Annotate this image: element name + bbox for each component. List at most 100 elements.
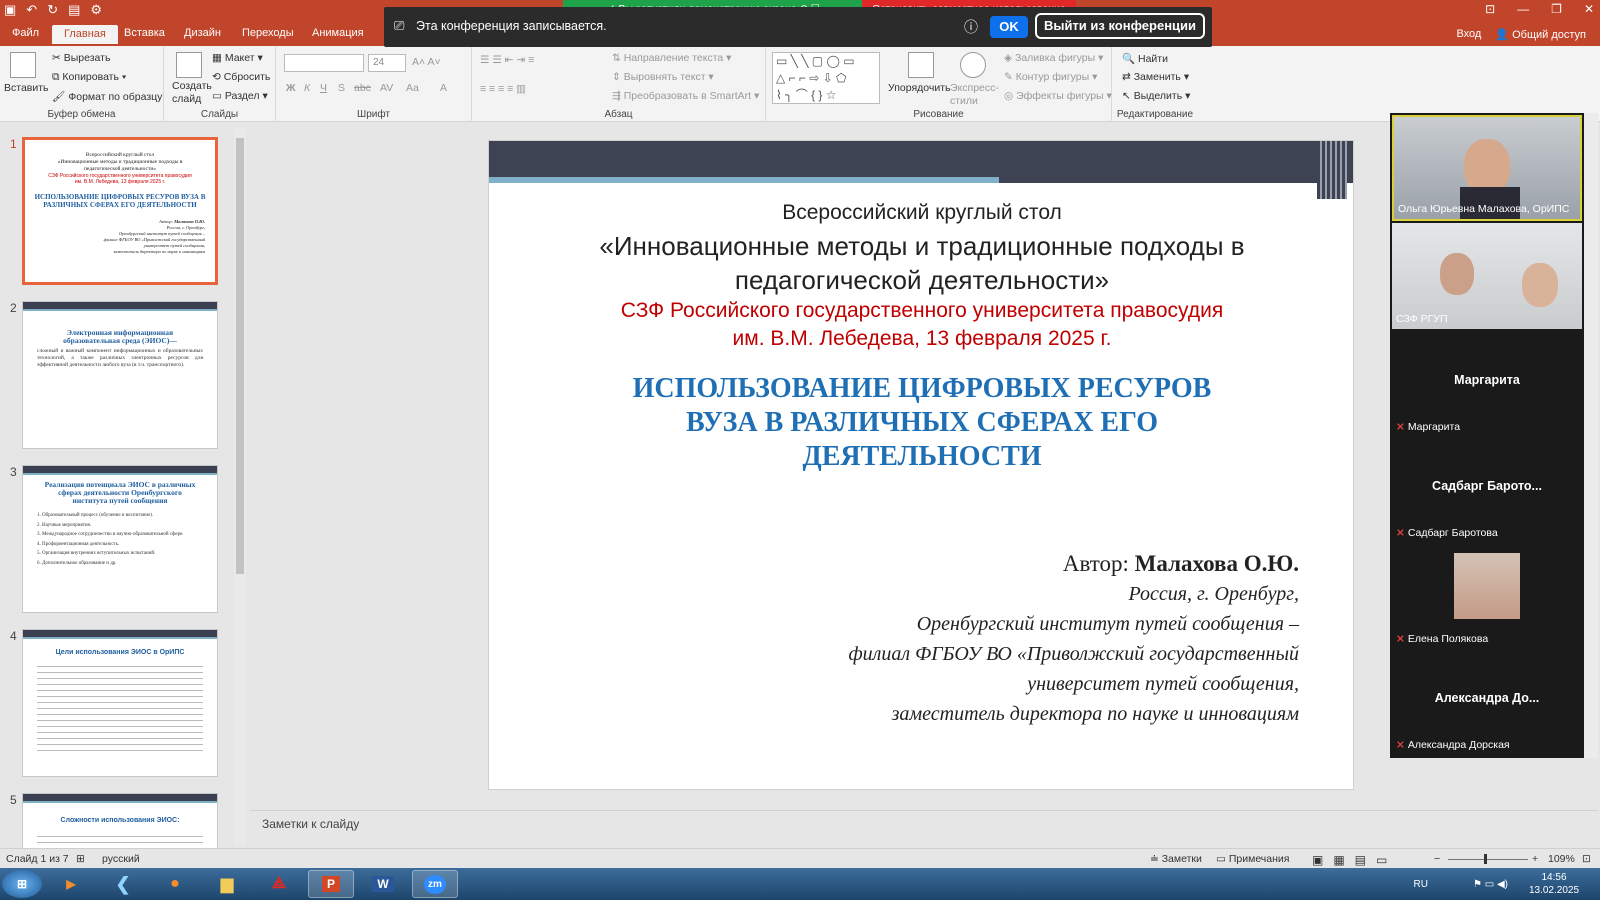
underline-button[interactable]: Ч [320, 82, 327, 94]
language-indicator[interactable]: русский [102, 853, 140, 865]
zoom-level[interactable]: 109% [1548, 853, 1575, 865]
leave-meeting-button[interactable]: Выйти из конференции [1035, 13, 1205, 39]
main-slide[interactable]: Всероссийский круглый стол «Инновационны… [488, 140, 1354, 790]
font-size-input[interactable]: 24 [368, 54, 406, 72]
text-direction-button[interactable]: ⇅ Направление текста ▾ [612, 52, 731, 64]
strike-button[interactable]: abc [354, 82, 371, 94]
paste-icon[interactable] [10, 52, 36, 78]
redo-icon[interactable]: ↻ [47, 2, 58, 18]
shape-effects-button[interactable]: ◎ Эффекты фигуры ▾ [1004, 90, 1112, 102]
clock[interactable]: 14:56 13.02.2025 [1522, 871, 1586, 897]
quick-styles-button[interactable]: Экспресс-стили [950, 82, 1000, 108]
participant-tile[interactable]: Маргарита ⨯ Маргарита [1392, 331, 1582, 437]
new-slide-button[interactable]: Создать слайд [172, 80, 212, 106]
grow-font-icon[interactable]: A˄ A˅ [412, 56, 441, 68]
participant-tile[interactable]: Александра До... ⨯ Александра Дорская [1392, 649, 1582, 755]
align-icons[interactable]: ≡ ≡ ≡ ≡ ▥ [480, 83, 526, 95]
case-button[interactable]: Aa [406, 82, 419, 94]
thumbnail-slide-5[interactable]: Сложности использования ЭИОС: [22, 793, 218, 850]
participants-scrollbar[interactable] [1584, 113, 1598, 758]
arrange-icon[interactable] [908, 52, 934, 78]
font-color-icon[interactable]: A [440, 82, 447, 94]
align-text-button[interactable]: ⇕ Выровнять текст ▾ [612, 71, 714, 83]
cut-button[interactable]: ✂ Вырезать [52, 52, 110, 64]
spacing-button[interactable]: AV [380, 82, 393, 94]
participant-tile[interactable]: СЗФ РГУП [1392, 223, 1582, 329]
minimize-icon[interactable]: — [1517, 2, 1529, 16]
ok-button[interactable]: OK [990, 16, 1028, 38]
save-icon[interactable]: ▣ [4, 2, 16, 18]
font-family-input[interactable] [284, 54, 364, 72]
shape-outline-button[interactable]: ✎ Контур фигуры ▾ [1004, 71, 1097, 83]
notes-pane[interactable]: Заметки к слайду [250, 810, 1598, 848]
thumbnail-slide-1[interactable]: Всероссийский круглый стол «Инновационные… [22, 137, 218, 285]
thumbnail-slide-2[interactable]: Электронная информационная образовательн… [22, 301, 218, 449]
thumb3-item-5: Организация внутренних вступительных исп… [42, 551, 156, 556]
reset-button[interactable]: ⟲ Сбросить [212, 71, 270, 83]
tab-file[interactable]: Файл [12, 27, 39, 39]
find-button[interactable]: 🔍 Найти [1122, 52, 1168, 65]
word-icon[interactable]: W [360, 870, 406, 898]
thumb-header [23, 466, 217, 475]
fit-slide-icon[interactable]: ⊡ [1582, 853, 1591, 865]
zoom-slider-thumb[interactable] [1484, 854, 1487, 864]
explorer-icon[interactable]: ▆ [204, 870, 250, 898]
customize-icon[interactable]: ⚙ [90, 2, 102, 18]
tab-design[interactable]: Дизайн [184, 27, 221, 39]
zoom-icon[interactable]: zm [412, 870, 458, 898]
zoom-slider[interactable] [1448, 859, 1528, 860]
close-icon[interactable]: ✕ [1584, 2, 1594, 16]
tray-icons[interactable]: ⚑ ▭ ◀) [1473, 878, 1508, 891]
thumbnails-scrollbar[interactable] [234, 128, 246, 846]
copy-button[interactable]: ⧉ Копировать ▾ [52, 71, 126, 84]
participant-tile[interactable]: ⨯ Елена Полякова [1392, 543, 1582, 649]
arrange-button[interactable]: Упорядочить [888, 82, 950, 94]
thumbnail-slide-3[interactable]: Реализация потенциала ЭИОС в различных с… [22, 465, 218, 613]
tab-animation[interactable]: Анимация [312, 27, 364, 39]
info-icon[interactable]: ⓘ [964, 17, 978, 37]
acrobat-icon[interactable]: ⟁ [256, 870, 302, 898]
slide-event-title-2: педагогической деятельности» [734, 265, 1110, 295]
replace-button[interactable]: ⇄ Заменить ▾ [1122, 71, 1189, 83]
spellcheck-icon[interactable]: ⊞ [76, 853, 85, 865]
quick-styles-icon[interactable] [960, 52, 986, 78]
maximize-icon[interactable]: ❐ [1551, 2, 1562, 16]
share-button[interactable]: 👤 Общий доступ [1495, 28, 1586, 41]
scrollbar-thumb[interactable] [236, 138, 244, 574]
smartart-button[interactable]: ⇶ Преобразовать в SmartArt ▾ [612, 90, 759, 102]
zoom-out-icon[interactable]: − [1434, 853, 1440, 865]
shadow-button[interactable]: S [338, 82, 345, 94]
shapes-gallery[interactable]: ▭ ╲ ╲ ▢ ◯ ▭ △ ⌐ ⌐ ⇨ ⇩ ⬠ ⌇ ╮ ⌒ { } ☆ [772, 52, 880, 104]
media-player-icon[interactable]: ▶ [48, 870, 94, 898]
powerpoint-icon[interactable]: P [308, 870, 354, 898]
replace-label: Заменить [1133, 71, 1181, 83]
tab-home[interactable]: Главная [52, 25, 118, 44]
notes-toggle[interactable]: ≐ Заметки [1150, 853, 1202, 865]
start-orb-icon[interactable]: ⊞ [2, 870, 42, 898]
ribbon-display-icon[interactable]: ⊡ [1485, 2, 1495, 16]
new-slide-icon[interactable] [176, 52, 202, 78]
tab-transitions[interactable]: Переходы [242, 27, 294, 39]
comments-toggle[interactable]: ▭ Примечания [1216, 853, 1289, 865]
tab-insert[interactable]: Вставка [124, 27, 165, 39]
participant-tile[interactable]: Садбарг Барото... ⨯ Садбарг Баротова [1392, 437, 1582, 543]
thumbnail-slide-4[interactable]: Цели использования ЭИОС в ОрИПС [22, 629, 218, 777]
signin-link[interactable]: Вход [1456, 28, 1481, 41]
bullets-icon[interactable]: ☰ ☰ ⇤ ⇥ ≡ [480, 54, 534, 66]
kleopatra-icon[interactable]: ❮ [100, 870, 146, 898]
undo-icon[interactable]: ↶ [26, 2, 37, 18]
bold-button[interactable]: Ж [286, 82, 296, 94]
format-painter-button[interactable]: 🖌 Формат по образцу [52, 90, 162, 103]
select-button[interactable]: ↖ Выделить ▾ [1122, 90, 1190, 102]
shape-fill-button[interactable]: ◈ Заливка фигуры ▾ [1004, 52, 1103, 64]
start-slideshow-icon[interactable]: ▤ [68, 2, 80, 18]
layout-button[interactable]: ▦ Макет ▾ [212, 52, 263, 64]
zoom-in-icon[interactable]: + [1532, 853, 1538, 865]
view-buttons[interactable]: ▣ ▦ ▤ ▭ [1312, 853, 1387, 867]
italic-button[interactable]: К [304, 82, 310, 94]
keyboard-language[interactable]: RU [1414, 878, 1428, 891]
section-button[interactable]: ▭ Раздел ▾ [212, 90, 268, 102]
paste-button[interactable]: Вставить [4, 82, 49, 94]
firefox-icon[interactable]: ● [152, 870, 198, 898]
participant-tile[interactable]: Ольга Юрьевна Малахова, ОрИПС [1392, 115, 1582, 221]
